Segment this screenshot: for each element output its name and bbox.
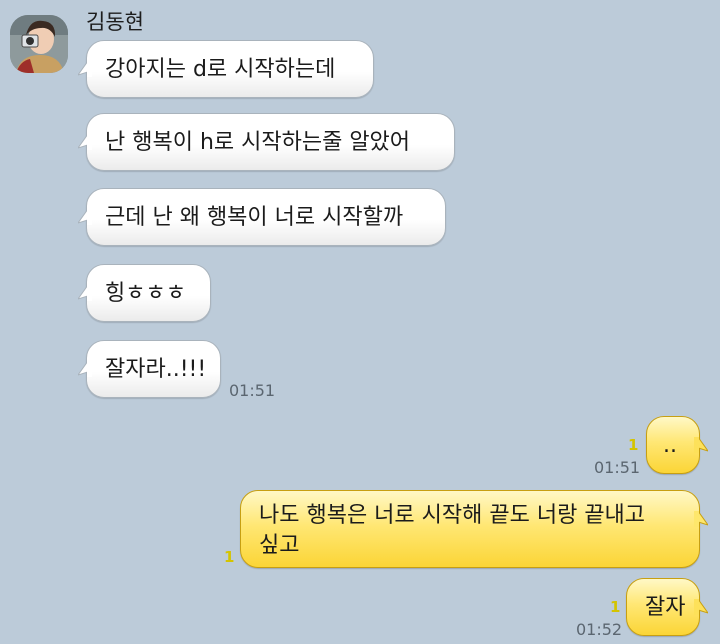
message-text: 난 행복이 h로 시작하는줄 알았어	[105, 130, 411, 155]
message-timestamp: 01:51	[594, 458, 641, 477]
bubble-tail-icon	[78, 134, 92, 150]
bubble-tail-icon	[694, 599, 708, 615]
message-text: 잘자	[645, 595, 686, 620]
bubble-tail-icon	[78, 61, 92, 77]
bubble-tail-icon	[78, 209, 92, 225]
message-text: 잘자라..!!!	[105, 357, 207, 382]
message-timestamp: 01:51	[229, 381, 276, 400]
incoming-message[interactable]: 힝ㅎㅎㅎ	[78, 264, 211, 322]
message-text: ..	[663, 433, 677, 458]
bubble-tail-icon	[694, 437, 708, 453]
message-text: 근데 난 왜 행복이 너로 시작할까	[105, 205, 404, 230]
bubble-tail-icon	[78, 361, 92, 377]
unread-count: 1	[610, 598, 621, 616]
message-text: 강아지는 d로 시작하는데	[105, 57, 336, 82]
unread-count: 1	[628, 436, 639, 454]
outgoing-message[interactable]: 나도 행복은 너로 시작해 끝도 너랑 끝내고 싶고	[240, 490, 708, 568]
bubble-tail-icon	[78, 285, 92, 301]
message-text: 힝ㅎㅎㅎ	[105, 281, 186, 306]
sender-avatar[interactable]	[10, 15, 68, 73]
incoming-message[interactable]: 잘자라..!!!	[78, 340, 221, 398]
message-text-line: 나도 행복은 너로 시작해 끝도 너랑 끝내고	[259, 503, 646, 528]
outgoing-message[interactable]: 잘자	[626, 578, 708, 636]
message-text-line: 싶고	[259, 533, 300, 558]
avatar-photo	[10, 15, 68, 73]
bubble-tail-icon	[694, 511, 708, 527]
unread-count: 1	[224, 548, 235, 566]
incoming-message[interactable]: 난 행복이 h로 시작하는줄 알았어	[78, 113, 455, 171]
incoming-message[interactable]: 강아지는 d로 시작하는데	[78, 40, 374, 98]
outgoing-message[interactable]: ..	[646, 416, 708, 474]
incoming-message[interactable]: 근데 난 왜 행복이 너로 시작할까	[78, 188, 446, 246]
sender-name: 김동현	[86, 10, 144, 34]
message-timestamp: 01:52	[576, 620, 623, 639]
